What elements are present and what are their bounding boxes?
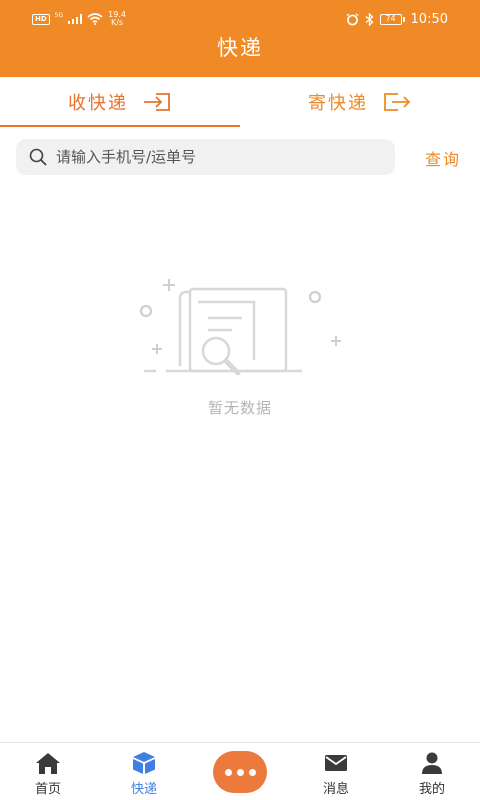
status-right: 74 10:50 [346, 12, 448, 27]
more-dots-icon[interactable] [213, 751, 267, 793]
speed-unit: K/s [110, 18, 124, 27]
tab-active-indicator [0, 125, 240, 127]
hd-badge: HD [32, 13, 50, 25]
dot [224, 768, 232, 776]
battery-level: 74 [379, 14, 402, 25]
bluetooth-icon [365, 13, 373, 26]
page-title: 快递 [217, 36, 263, 60]
nav-express-label: 快递 [130, 782, 157, 797]
wifi-icon [87, 13, 103, 25]
sign-in-icon [144, 93, 170, 111]
document-search-icon [139, 279, 341, 376]
tab-send[interactable]: 寄快递 [240, 77, 480, 127]
network-type: 5G [54, 11, 64, 19]
signal-icon [68, 14, 83, 24]
alarm-icon [346, 13, 358, 26]
nav-express[interactable]: 快递 [96, 743, 192, 800]
battery-icon: 74 [379, 14, 405, 25]
tab-receive-label: 收快递 [68, 93, 128, 114]
nav-messages-label: 消息 [322, 782, 349, 797]
status-bar: HD 5G 19.4 K/s 74 10:50 [0, 0, 480, 36]
nav-profile[interactable]: 我的 [384, 743, 480, 800]
package-icon [133, 752, 155, 774]
nav-home-label: 首页 [34, 782, 61, 797]
nav-messages[interactable]: 消息 [288, 743, 384, 800]
home-icon [36, 753, 60, 774]
nav-home[interactable]: 首页 [0, 743, 96, 800]
app-header: HD 5G 19.4 K/s 74 10:50 快递 [0, 0, 480, 77]
clock: 10:50 [410, 12, 448, 27]
sign-out-icon [384, 93, 411, 111]
search-input[interactable] [56, 148, 376, 166]
dot [236, 768, 244, 776]
nav-profile-label: 我的 [418, 782, 445, 797]
tab-bar: 收快递 寄快递 [0, 77, 480, 127]
query-button[interactable]: 查询 [425, 146, 461, 170]
empty-state-text: 暂无数据 [207, 399, 272, 417]
search-row: 查询 [16, 139, 480, 175]
status-left: HD 5G 19.4 K/s [32, 11, 126, 27]
dot [248, 768, 256, 776]
mail-icon [325, 755, 347, 771]
tab-send-label: 寄快递 [308, 93, 368, 114]
network-speed: 19.4 K/s [108, 11, 126, 27]
person-icon [422, 752, 442, 774]
search-icon [29, 148, 47, 166]
tab-receive[interactable]: 收快递 [0, 77, 240, 127]
search-box[interactable] [16, 139, 395, 175]
